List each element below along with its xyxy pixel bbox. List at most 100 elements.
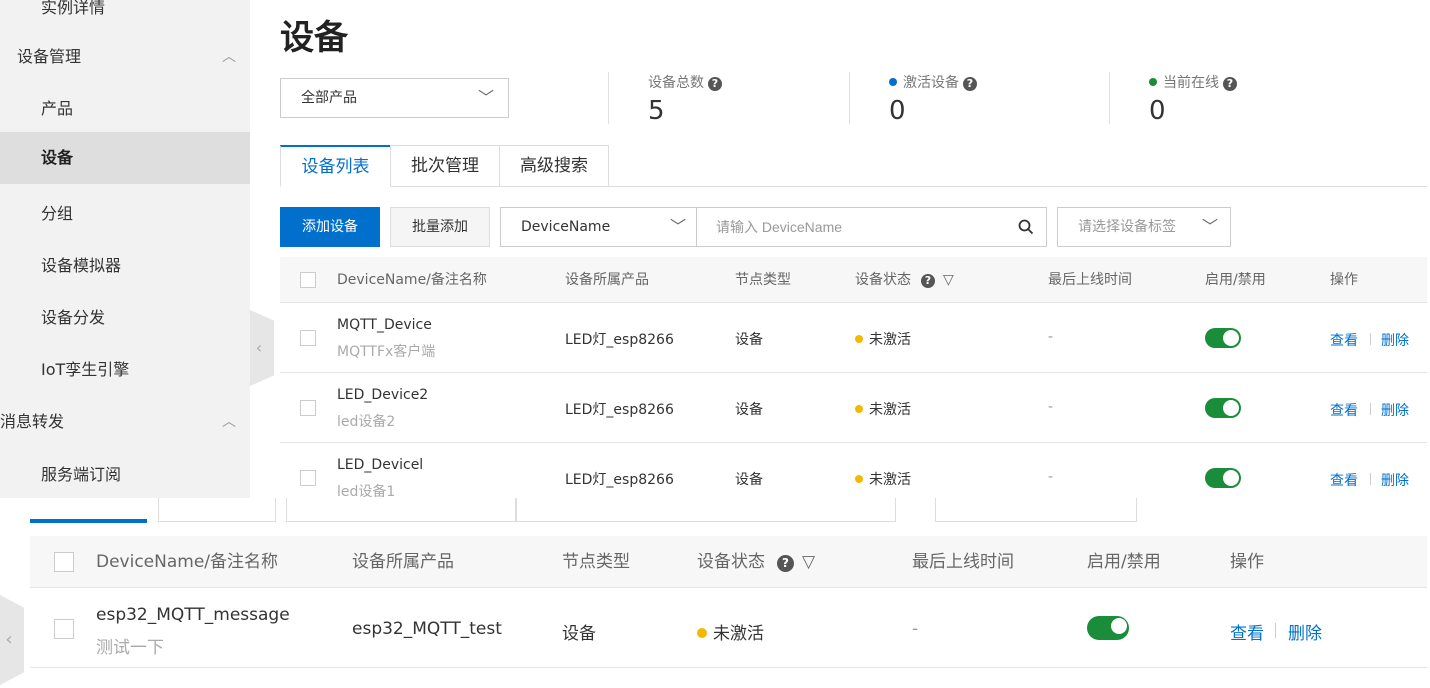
status-badge: 未激活: [855, 399, 911, 419]
view-link[interactable]: 查看: [1230, 619, 1264, 644]
divider: [849, 72, 850, 124]
delete-link[interactable]: 删除: [1381, 400, 1409, 420]
sidebar-collapse-button[interactable]: ‹: [0, 595, 24, 685]
batch-add-button[interactable]: 批量添加: [390, 207, 490, 247]
device-product: LED灯_esp8266: [565, 332, 674, 348]
sidebar-item-label: IoT孪生引擎: [41, 360, 130, 379]
sidebar: 实例详情 设备管理 ︿ 产品 设备 分组 设备模拟器 设备分发 IoT孪生引擎 …: [0, 0, 250, 498]
divider: [1275, 623, 1276, 638]
enable-toggle[interactable]: [1205, 398, 1241, 418]
help-icon[interactable]: ?: [708, 77, 722, 91]
row-checkbox[interactable]: [54, 619, 74, 639]
chevron-left-icon: ‹: [5, 629, 13, 650]
sidebar-group-message-forwarding[interactable]: 消息转发 ︿: [0, 396, 250, 448]
row-checkbox[interactable]: [300, 330, 316, 346]
device-name[interactable]: esp32_MQTT_message: [96, 605, 290, 625]
chevron-down-icon: ﹀: [1201, 217, 1218, 236]
last-online-time: -: [1048, 469, 1054, 485]
sidebar-item-devices[interactable]: 设备: [0, 132, 250, 184]
device-tag-select[interactable]: 请选择设备标签 ﹀: [1057, 207, 1231, 247]
select-all-checkbox[interactable]: [300, 272, 316, 288]
table-row: LED_Devicel led设备1 LED灯_esp8266 设备 未激活 -…: [280, 443, 1427, 503]
device-tag-placeholder: 请选择设备标签: [1078, 219, 1176, 235]
search-field-select[interactable]: DeviceName ﹀: [500, 207, 697, 247]
enable-toggle[interactable]: [1087, 616, 1129, 640]
sidebar-item-device-simulator[interactable]: 设备模拟器: [0, 240, 250, 292]
partial-control: [158, 498, 276, 522]
help-icon[interactable]: ?: [921, 274, 935, 288]
divider: [1370, 403, 1371, 415]
last-online-time: -: [1048, 329, 1054, 345]
sidebar-item-groups[interactable]: 分组: [0, 188, 250, 240]
enable-toggle[interactable]: [1205, 328, 1241, 348]
active-tab-indicator: [30, 519, 147, 523]
sidebar-group-device-management[interactable]: 设备管理 ︿: [0, 31, 250, 83]
status-badge: 未激活: [697, 619, 764, 644]
partial-control: [935, 498, 1137, 522]
device-name[interactable]: MQTT_Device: [337, 317, 432, 333]
sidebar-item-server-subscription[interactable]: 服务端订阅: [0, 449, 250, 501]
sidebar-item-label: 分组: [41, 204, 74, 223]
search-icon[interactable]: [1018, 219, 1034, 239]
search-box: [696, 207, 1047, 247]
sidebar-group-label: 设备管理: [17, 47, 82, 66]
help-icon[interactable]: ?: [1223, 77, 1237, 91]
stat-activated-value: 0: [889, 96, 906, 126]
partial-control: [516, 498, 896, 522]
column-header: 设备所属产品: [352, 552, 454, 572]
page-title: 设备: [280, 18, 348, 58]
column-header: 设备所属产品: [565, 272, 649, 288]
tab-device-list[interactable]: 设备列表: [280, 145, 391, 187]
view-link[interactable]: 查看: [1330, 470, 1358, 490]
row-checkbox[interactable]: [300, 470, 316, 486]
chevron-up-icon: ︿: [222, 49, 236, 65]
divider: [1370, 333, 1371, 345]
node-type: 设备: [735, 332, 763, 348]
delete-link[interactable]: 删除: [1381, 470, 1409, 490]
sidebar-collapse-button[interactable]: ‹: [250, 310, 274, 386]
node-type: 设备: [735, 402, 763, 418]
stat-total-value: 5: [648, 96, 665, 126]
enable-toggle[interactable]: [1205, 468, 1241, 488]
sidebar-item-label: 设备: [41, 148, 74, 167]
column-header: 最后上线时间: [1048, 272, 1132, 288]
sidebar-item-device-distribution[interactable]: 设备分发: [0, 292, 250, 344]
filter-icon[interactable]: ▽: [802, 552, 815, 572]
delete-link[interactable]: 删除: [1288, 619, 1322, 644]
product-filter-select[interactable]: 全部产品 ﹀: [280, 78, 509, 118]
status-dot-icon: [697, 628, 707, 638]
stat-online-label: 当前在线?: [1149, 72, 1237, 92]
help-icon[interactable]: ?: [777, 555, 794, 572]
column-header: 最后上线时间: [912, 552, 1014, 572]
sidebar-item-label: 产品: [41, 99, 74, 118]
delete-link[interactable]: 删除: [1381, 330, 1409, 350]
column-header: DeviceName/备注名称: [96, 552, 279, 572]
sidebar-item-label: 设备模拟器: [41, 256, 122, 275]
device-name[interactable]: LED_Device2: [337, 387, 428, 403]
device-product: LED灯_esp8266: [565, 402, 674, 418]
filter-icon[interactable]: ▽: [943, 272, 954, 288]
tab-advanced-search[interactable]: 高级搜索: [499, 145, 609, 187]
tab-batch-management[interactable]: 批次管理: [390, 145, 500, 187]
device-name[interactable]: LED_Devicel: [337, 457, 423, 473]
status-dot-icon: [855, 475, 863, 483]
sidebar-item-instance-details[interactable]: 实例详情: [0, 0, 250, 34]
select-all-checkbox[interactable]: [54, 552, 74, 572]
table-row: MQTT_Device MQTTFx客户端 LED灯_esp8266 设备 未激…: [280, 303, 1427, 373]
stat-activated-label: 激活设备?: [889, 72, 977, 92]
status-dot-icon: [855, 405, 863, 413]
help-icon[interactable]: ?: [963, 77, 977, 91]
device-product: LED灯_esp8266: [565, 472, 674, 488]
stat-total-label: 设备总数?: [648, 72, 722, 92]
status-dot-icon: [855, 335, 863, 343]
search-input[interactable]: [696, 208, 996, 246]
device-note: MQTTFx客户端: [337, 344, 436, 360]
sidebar-item-products[interactable]: 产品: [0, 83, 250, 135]
sidebar-item-iot-twin-engine[interactable]: IoT孪生引擎: [0, 344, 250, 396]
view-link[interactable]: 查看: [1330, 400, 1358, 420]
add-device-button[interactable]: 添加设备: [280, 207, 380, 247]
row-checkbox[interactable]: [300, 400, 316, 416]
view-link[interactable]: 查看: [1330, 330, 1358, 350]
divider: [1109, 72, 1110, 124]
column-header: 启用/禁用: [1205, 272, 1266, 288]
